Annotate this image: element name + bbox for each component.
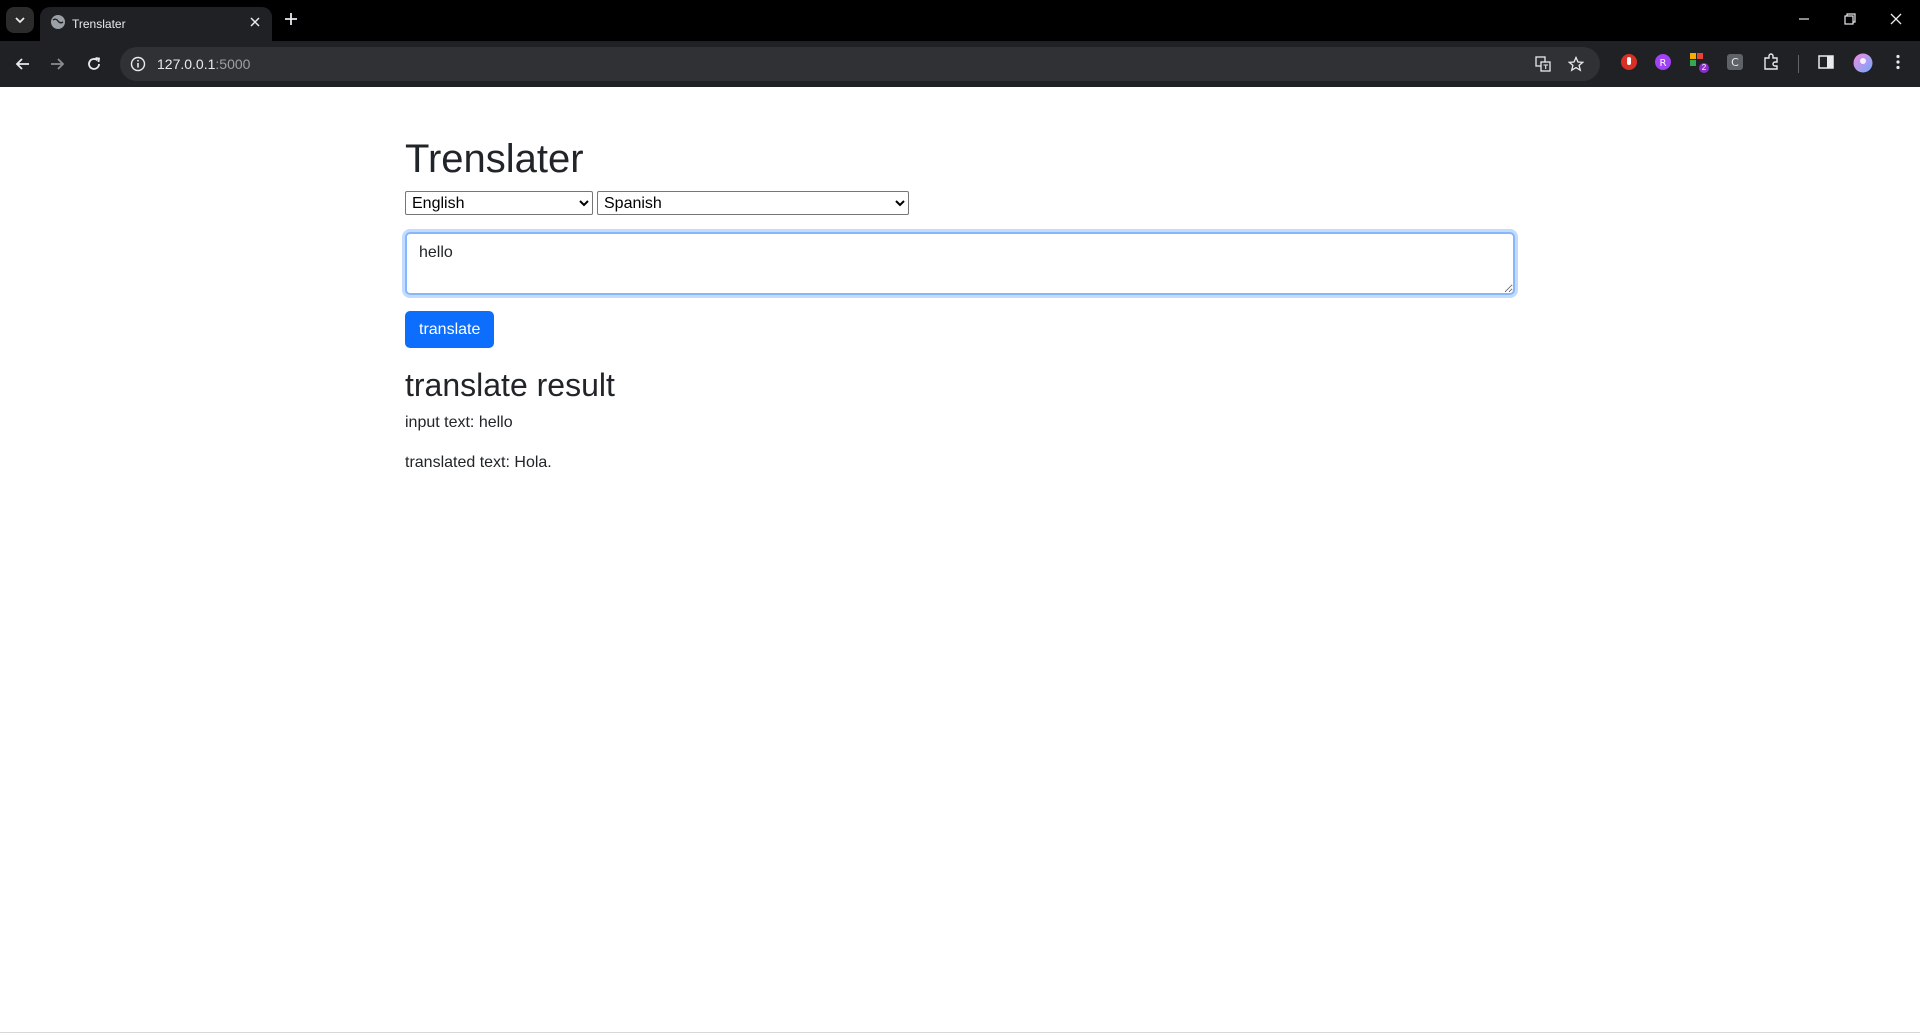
toolbar-divider [1798, 55, 1799, 73]
red-extension-icon[interactable] [1620, 53, 1638, 71]
side-panel-icon[interactable] [1817, 53, 1835, 71]
site-info-icon[interactable] [130, 56, 146, 72]
tab-title: Trenslater [72, 17, 126, 31]
browser-toolbar: 127.0.0.1:5000 R 2 C [0, 41, 1920, 87]
svg-text:C: C [1731, 56, 1739, 69]
input-text-value: hello [478, 414, 513, 431]
tab-strip: Trenslater [0, 0, 1920, 41]
globe-icon [51, 15, 65, 29]
extension-badge-count: 2 [1699, 63, 1709, 73]
kebab-menu-icon[interactable] [1889, 53, 1907, 71]
purple-extension-icon[interactable]: R [1654, 53, 1672, 71]
translated-text-label: translated text: [405, 454, 515, 471]
page-content: Trenslater English Spanish hello transla… [0, 87, 1920, 1033]
translated-text-value: Hola. [514, 454, 552, 471]
input-text-label: input text: [405, 414, 479, 431]
minimize-icon[interactable] [1797, 12, 1811, 26]
browser-tab-active[interactable]: Trenslater [40, 7, 272, 41]
forward-arrow-icon[interactable] [48, 55, 66, 73]
url-port: :5000 [215, 56, 251, 72]
source-text-input[interactable]: hello [405, 232, 1515, 295]
page-title: Trenslater [405, 137, 584, 181]
profile-avatar-icon[interactable] [1853, 53, 1873, 73]
reload-icon[interactable] [85, 55, 103, 73]
plus-icon[interactable] [282, 10, 300, 28]
tab-search-button[interactable] [6, 7, 34, 33]
target-language-select[interactable]: Spanish [597, 191, 909, 215]
restore-icon[interactable] [1843, 12, 1857, 26]
url-text: 127.0.0.1:5000 [157, 47, 250, 81]
back-arrow-icon[interactable] [14, 55, 32, 73]
svg-text:R: R [1660, 58, 1667, 69]
input-text-line: input text: hello [405, 412, 513, 434]
translate-button[interactable]: translate [405, 311, 495, 348]
puzzle-extension-with-badge[interactable]: 2 [1690, 53, 1709, 73]
c-extension-icon[interactable]: C [1726, 53, 1744, 71]
url-host: 127.0.0.1 [157, 56, 216, 72]
puzzle-piece-icon[interactable] [1762, 53, 1780, 71]
bookmark-star-icon[interactable] [1568, 56, 1584, 72]
translated-text-line: translated text: Hola. [405, 452, 552, 474]
chevron-down-icon [15, 17, 25, 24]
translate-page-icon[interactable] [1535, 56, 1551, 72]
source-language-select[interactable]: English [405, 191, 593, 215]
address-bar[interactable]: 127.0.0.1:5000 [120, 47, 1600, 81]
close-icon[interactable] [248, 15, 262, 29]
result-heading: translate result [405, 367, 615, 403]
close-window-icon[interactable] [1889, 12, 1903, 26]
